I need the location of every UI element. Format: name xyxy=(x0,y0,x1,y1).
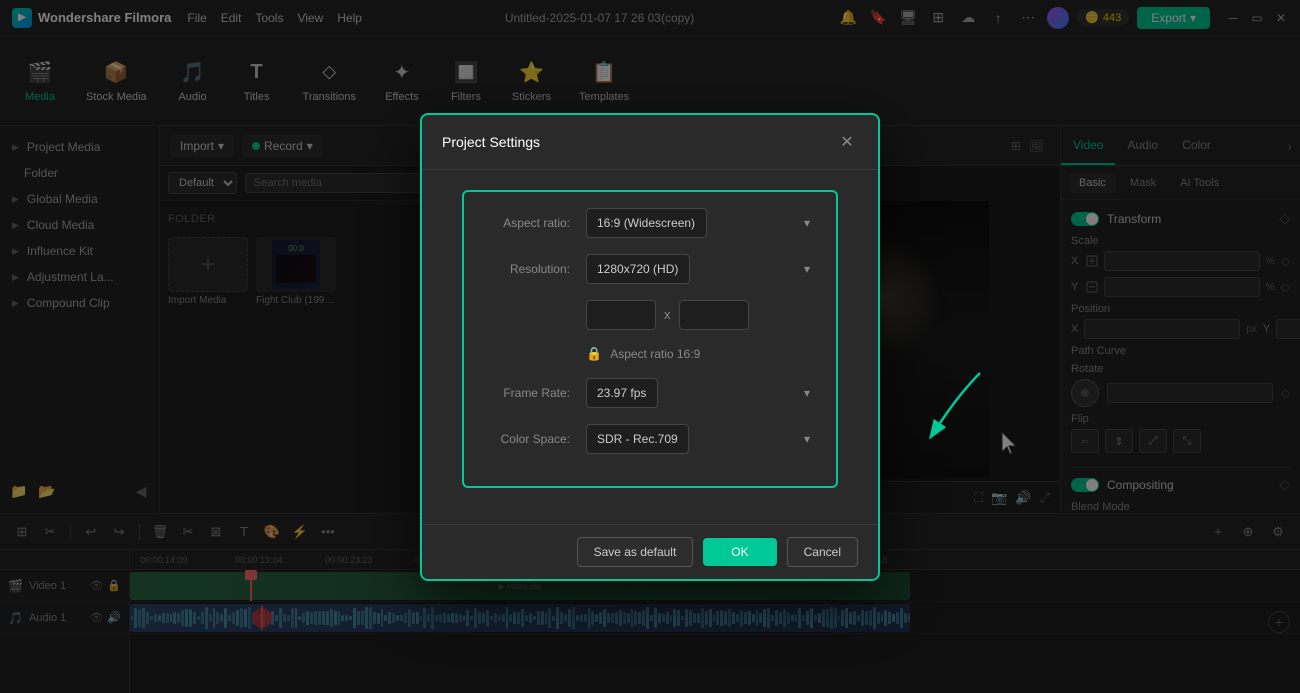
resolution-inputs-field: 1280 x 720 xyxy=(480,300,820,330)
lock-icon: 🔒 xyxy=(586,346,602,362)
resolution-label: Resolution: xyxy=(480,262,570,276)
resolution-select[interactable]: 1280x720 (HD) xyxy=(586,254,690,284)
modal-title: Project Settings xyxy=(442,134,540,150)
cancel-button[interactable]: Cancel xyxy=(787,537,858,567)
ok-button[interactable]: OK xyxy=(703,538,776,566)
resolution-field: Resolution: 1280x720 (HD) xyxy=(480,254,820,284)
modal-close-button[interactable]: ✕ xyxy=(836,131,858,153)
color-space-wrapper: SDR - Rec.709 xyxy=(586,424,820,454)
aspect-ratio-wrapper: 16:9 (Widescreen) xyxy=(586,208,820,238)
resolution-wrapper: 1280x720 (HD) xyxy=(586,254,820,284)
height-input[interactable]: 720 xyxy=(679,300,749,330)
color-space-label: Color Space: xyxy=(480,432,570,446)
aspect-lock-text: Aspect ratio 16:9 xyxy=(610,347,700,361)
aspect-ratio-field: Aspect ratio: 16:9 (Widescreen) xyxy=(480,208,820,238)
frame-rate-select[interactable]: 23.97 fps xyxy=(586,378,658,408)
frame-rate-wrapper: 23.97 fps xyxy=(586,378,820,408)
save-default-button[interactable]: Save as default xyxy=(577,537,694,567)
modal-overlay[interactable]: Project Settings ✕ Aspect ratio: 16:9 (W… xyxy=(0,0,1300,693)
project-settings-modal: Project Settings ✕ Aspect ratio: 16:9 (W… xyxy=(420,113,880,581)
frame-rate-label: Frame Rate: xyxy=(480,386,570,400)
color-space-select[interactable]: SDR - Rec.709 xyxy=(586,424,689,454)
width-input[interactable]: 1280 xyxy=(586,300,656,330)
resolution-inputs: 1280 x 720 xyxy=(586,300,820,330)
modal-header: Project Settings ✕ xyxy=(422,115,878,170)
modal-body: Aspect ratio: 16:9 (Widescreen) Resoluti… xyxy=(422,170,878,524)
aspect-ratio-select[interactable]: 16:9 (Widescreen) xyxy=(586,208,707,238)
frame-rate-field: Frame Rate: 23.97 fps xyxy=(480,378,820,408)
modal-footer: Save as default OK Cancel xyxy=(422,524,878,579)
aspect-ratio-label: Aspect ratio: xyxy=(480,216,570,230)
color-space-field: Color Space: SDR - Rec.709 xyxy=(480,424,820,454)
modal-inner-border: Aspect ratio: 16:9 (Widescreen) Resoluti… xyxy=(462,190,838,488)
aspect-lock-row: 🔒 Aspect ratio 16:9 xyxy=(586,346,820,362)
res-x-separator: x xyxy=(664,307,671,322)
aspect-lock-field: 🔒 Aspect ratio 16:9 xyxy=(480,346,820,362)
